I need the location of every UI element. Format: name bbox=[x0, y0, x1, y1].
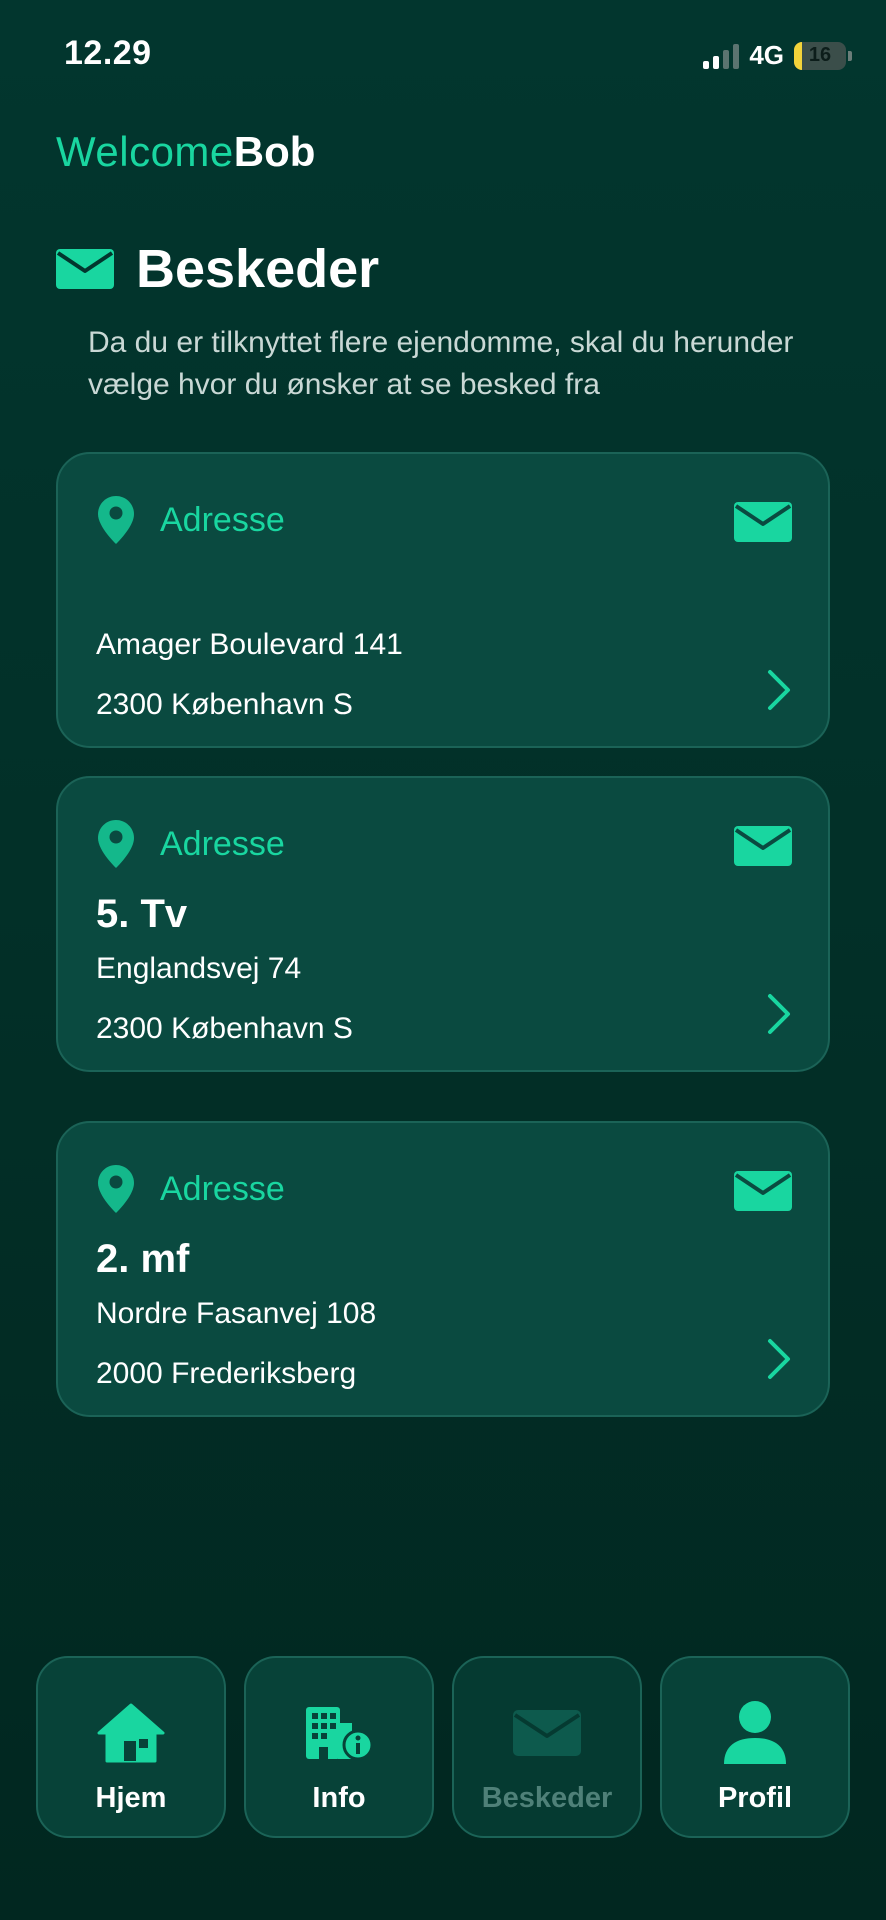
person-icon bbox=[724, 1701, 786, 1764]
location-pin-icon bbox=[98, 820, 134, 868]
bottom-nav: Hjem Info Beskeder Profil bbox=[36, 1656, 850, 1838]
nav-profile-button[interactable]: Profil bbox=[660, 1656, 850, 1838]
envelope-icon bbox=[734, 1171, 792, 1211]
card-street: Englandsvej 74 bbox=[96, 952, 302, 985]
card-street: Nordre Fasanvej 108 bbox=[96, 1297, 377, 1330]
card-city: 2300 København S bbox=[96, 688, 353, 721]
nav-home-button[interactable]: Hjem bbox=[36, 1656, 226, 1838]
nav-messages-button[interactable]: Beskeder bbox=[452, 1656, 642, 1838]
card-city: 2300 København S bbox=[96, 1012, 353, 1045]
status-bar: 12.29 4G 16 bbox=[0, 0, 886, 110]
status-indicators: 4G 16 bbox=[703, 40, 852, 71]
envelope-icon bbox=[56, 249, 114, 289]
card-label-row: Adresse bbox=[98, 496, 285, 544]
property-card[interactable]: Adresse Amager Boulevard 141 2300 Københ… bbox=[56, 452, 830, 748]
nav-icon-wrap bbox=[304, 1694, 374, 1772]
network-type: 4G bbox=[749, 40, 784, 70]
battery-percent: 16 bbox=[808, 44, 832, 66]
card-city: 2000 Frederiksberg bbox=[96, 1357, 357, 1390]
card-label: Adresse bbox=[160, 1169, 285, 1208]
card-label-row: Adresse bbox=[98, 820, 285, 868]
chevron-right-icon bbox=[768, 670, 790, 710]
card-label-row: Adresse bbox=[98, 1165, 285, 1213]
brand-logo: WelcomeBob bbox=[56, 128, 315, 176]
nav-label: Info bbox=[312, 1782, 366, 1814]
status-time: 12.29 bbox=[64, 34, 152, 72]
nav-icon-wrap bbox=[513, 1694, 581, 1772]
nav-icon-wrap bbox=[97, 1694, 165, 1772]
home-icon bbox=[97, 1703, 165, 1763]
location-pin-icon bbox=[98, 496, 134, 544]
signal-icon bbox=[703, 43, 740, 69]
card-unit: 5. Tv bbox=[96, 892, 188, 936]
chevron-right-icon bbox=[768, 994, 790, 1034]
card-unit: 2. mf bbox=[96, 1237, 190, 1281]
chevron-right-icon bbox=[768, 1339, 790, 1379]
nav-label: Profil bbox=[717, 1782, 793, 1814]
brand-bob: Bob bbox=[233, 128, 316, 175]
property-card[interactable]: Adresse 2. mf Nordre Fasanvej 108 2000 F… bbox=[56, 1121, 830, 1417]
battery-icon: 16 bbox=[794, 41, 846, 70]
page-header: Beskeder bbox=[56, 238, 379, 300]
card-label: Adresse bbox=[160, 500, 285, 539]
nav-label: Beskeder bbox=[481, 1782, 613, 1814]
building-info-icon bbox=[306, 1707, 374, 1761]
page-title: Beskeder bbox=[136, 239, 380, 299]
nav-label: Hjem bbox=[95, 1782, 167, 1814]
battery-cap bbox=[848, 50, 852, 61]
intro-text: Da du er tilknyttet flere ejendomme, ska… bbox=[88, 326, 794, 401]
envelope-icon bbox=[734, 826, 792, 866]
brand-welcome: Welcome bbox=[56, 128, 234, 175]
location-pin-icon bbox=[98, 1165, 134, 1213]
card-street: Amager Boulevard 141 bbox=[96, 628, 403, 661]
card-label: Adresse bbox=[160, 824, 285, 863]
envelope-icon bbox=[734, 502, 792, 542]
nav-icon-wrap bbox=[722, 1694, 788, 1772]
nav-info-button[interactable]: Info bbox=[244, 1656, 434, 1838]
property-card[interactable]: Adresse 5. Tv Englandsvej 74 2300 Københ… bbox=[56, 776, 830, 1072]
envelope-icon bbox=[513, 1710, 581, 1756]
